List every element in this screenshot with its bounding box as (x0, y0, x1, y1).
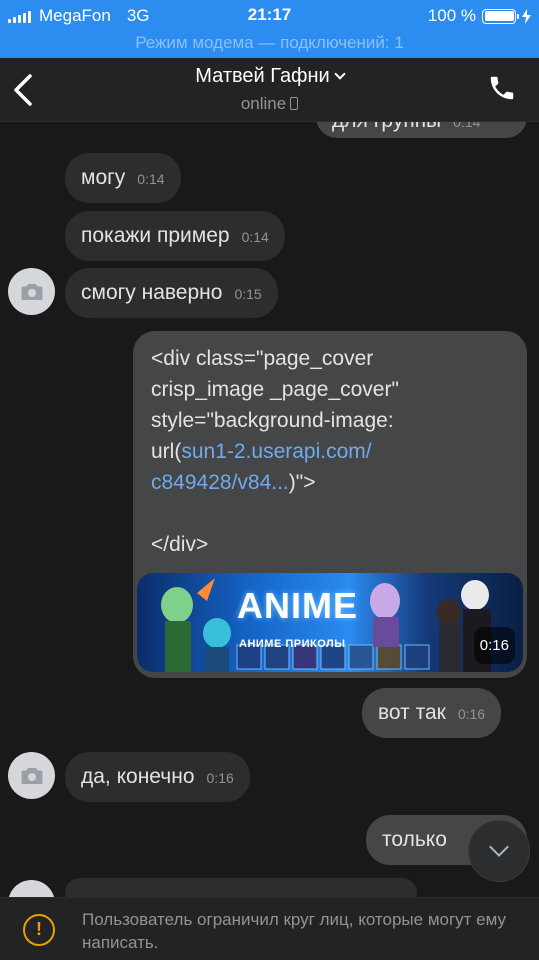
message-link[interactable]: sun1-2.userapi.com/ (181, 440, 371, 463)
hotspot-banner[interactable]: Режим модема — подключений: 1 (0, 33, 539, 53)
message-bubble-incoming[interactable]: да, конечно 0:16 (65, 752, 250, 802)
code-line: c849428/v84...)"> (151, 467, 509, 498)
message-bubble-incoming[interactable]: покажи пример 0:14 (65, 211, 285, 261)
warning-icon: ! (23, 914, 55, 946)
scroll-down-button[interactable] (468, 820, 530, 882)
link-preview-image[interactable]: ANIME АНИМЕ ПРИКОЛЫ 0:16 (137, 573, 523, 672)
chevron-down-icon (489, 837, 509, 857)
call-button[interactable] (487, 73, 517, 103)
code-text: )"> (288, 471, 316, 494)
code-line: url(sun1-2.userapi.com/ (151, 436, 509, 467)
chat-header: Матвей Гафни online (0, 58, 539, 122)
camera-icon (21, 283, 42, 300)
message-bubble-outgoing[interactable]: вот так 0:16 (362, 688, 502, 738)
message-bubble-incoming[interactable]: могу 0:14 (65, 153, 181, 203)
message-time: 0:16 (473, 627, 515, 664)
code-line: crisp_image _page_cover" (151, 378, 399, 401)
charging-icon (522, 8, 531, 24)
message-time: 0:14 (241, 229, 269, 245)
message-bubble-incoming[interactable]: смогу наверно 0:15 (65, 268, 278, 318)
preview-subtitle: АНИМЕ ПРИКОЛЫ (239, 638, 346, 650)
message-text: только (382, 828, 447, 851)
preview-title: ANIME (237, 585, 358, 626)
phone-icon (490, 76, 514, 100)
message-time: 0:16 (457, 706, 486, 722)
contact-name: Матвей Гафни (195, 65, 330, 87)
avatar[interactable] (8, 752, 55, 799)
message-text: вот так (378, 701, 446, 724)
chevron-down-icon (334, 68, 346, 80)
avatar[interactable] (8, 268, 55, 315)
notice-text: Пользователь ограничил круг лиц, которые… (82, 910, 507, 952)
code-line: </div> (151, 533, 209, 556)
battery-icon (482, 8, 519, 24)
battery-percent: 100 % (427, 6, 476, 25)
status-text: online (240, 94, 287, 113)
message-text: да, конечно (81, 765, 195, 788)
code-line: <div class="page_cover (151, 347, 374, 370)
code-line: style="background-image: (151, 409, 394, 432)
chat-title[interactable]: Матвей Гафни (0, 65, 539, 88)
code-text: url( (151, 440, 182, 463)
mobile-icon (290, 97, 299, 110)
message-text: покажи пример (81, 224, 230, 247)
message-time: 0:15 (234, 286, 262, 302)
message-link[interactable]: c849428/v84... (151, 471, 289, 494)
message-bubble-outgoing-code[interactable]: <div class="page_cover crisp_image _page… (133, 331, 527, 678)
contact-status: online (0, 94, 539, 114)
message-time: 0:14 (137, 171, 165, 187)
camera-icon (21, 767, 42, 784)
status-bar: MegaFon 3G 21:17 100 % Режим модема — по… (0, 0, 539, 58)
restriction-notice: ! Пользователь ограничил круг лиц, котор… (0, 897, 539, 960)
battery-info: 100 % (428, 6, 531, 26)
message-time: 0:16 (206, 770, 234, 786)
message-text: могу (81, 166, 126, 189)
message-text: смогу наверно (81, 281, 223, 304)
